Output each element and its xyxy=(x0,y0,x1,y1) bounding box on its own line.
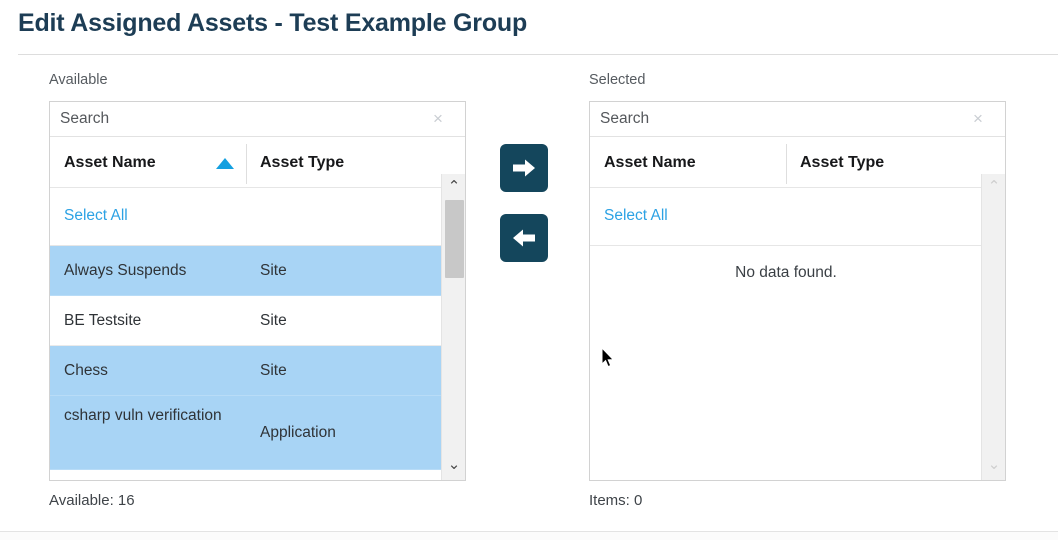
cell-asset-type: Application xyxy=(260,424,336,441)
chevron-up-icon[interactable]: ⌃ xyxy=(442,176,465,198)
cell-asset-type: Site xyxy=(260,262,287,279)
page-title: Edit Assigned Assets - Test Example Grou… xyxy=(18,9,528,37)
selected-grid: Asset Name Asset Type Select All No data… xyxy=(590,138,1005,480)
cell-asset-type: Site xyxy=(260,362,287,379)
cell-asset-name: csharp vuln verification xyxy=(64,407,222,424)
sort-ascending-icon[interactable] xyxy=(216,158,234,169)
chevron-up-icon[interactable]: ⌃ xyxy=(982,176,1005,198)
selected-vertical-scrollbar[interactable]: ⌃ ⌄ xyxy=(981,174,1005,480)
selected-picker-box: × Asset Name Asset Type Select All No da… xyxy=(589,101,1006,481)
cell-asset-name: Chess xyxy=(64,362,108,379)
available-search-clear-icon[interactable]: × xyxy=(429,110,447,128)
selected-select-all-row: Select All xyxy=(590,188,982,246)
cell-asset-type: Site xyxy=(260,312,287,329)
edit-assigned-assets-page: Edit Assigned Assets - Test Example Grou… xyxy=(0,0,1058,540)
available-search-row: × xyxy=(50,102,465,137)
selected-search-clear-icon[interactable]: × xyxy=(969,110,987,128)
scrollbar-thumb[interactable] xyxy=(445,200,464,278)
available-column-header-asset-name[interactable]: Asset Name xyxy=(64,138,156,188)
move-to-selected-button[interactable] xyxy=(500,144,548,192)
available-panel: Available × Asset Name Asset Type Select… xyxy=(49,72,466,510)
available-vertical-scrollbar[interactable]: ⌃ ⌄ xyxy=(441,174,465,480)
bottom-strip xyxy=(0,532,1058,540)
available-picker-box: × Asset Name Asset Type Select All xyxy=(49,101,466,481)
column-divider xyxy=(786,144,787,184)
cell-asset-name: Always Suspends xyxy=(64,262,187,279)
selected-search-row: × xyxy=(590,102,1005,137)
selected-panel: Selected × Asset Name Asset Type Select … xyxy=(589,72,1006,510)
available-select-all-row: Select All xyxy=(50,188,442,246)
available-search-input[interactable] xyxy=(50,102,465,136)
available-column-header-asset-type[interactable]: Asset Type xyxy=(260,138,344,188)
selected-grid-columns: Asset Name Asset Type Select All No data… xyxy=(590,138,982,480)
table-row[interactable]: Chess Site xyxy=(50,346,442,396)
selected-panel-label: Selected xyxy=(589,72,646,88)
table-row[interactable]: Always Suspends Site xyxy=(50,246,442,296)
available-grid-header: Asset Name Asset Type xyxy=(50,138,442,188)
table-row[interactable]: BE Testsite Site xyxy=(50,296,442,346)
column-divider xyxy=(246,144,247,184)
available-select-all-link[interactable]: Select All xyxy=(64,206,128,225)
selected-count-label: Items: 0 xyxy=(589,492,643,509)
selected-column-header-asset-name[interactable]: Asset Name xyxy=(604,138,696,188)
available-grid-columns: Asset Name Asset Type Select All Always … xyxy=(50,138,442,480)
chevron-down-icon[interactable]: ⌄ xyxy=(982,454,1005,476)
title-divider xyxy=(18,54,1058,55)
available-rows: Always Suspends Site BE Testsite Site Ch… xyxy=(50,246,442,470)
selected-search-input[interactable] xyxy=(590,102,1005,136)
selected-grid-header: Asset Name Asset Type xyxy=(590,138,982,188)
selected-select-all-link[interactable]: Select All xyxy=(604,206,668,225)
chevron-down-icon[interactable]: ⌄ xyxy=(442,454,465,476)
selected-column-header-asset-type[interactable]: Asset Type xyxy=(800,138,884,188)
selected-empty-message: No data found. xyxy=(735,264,837,281)
move-to-available-button[interactable] xyxy=(500,214,548,262)
available-grid: Asset Name Asset Type Select All Always … xyxy=(50,138,465,480)
cell-asset-name: BE Testsite xyxy=(64,312,142,329)
table-row[interactable]: csharp vuln verification Application xyxy=(50,396,442,470)
available-panel-label: Available xyxy=(49,72,108,88)
available-count-label: Available: 16 xyxy=(49,492,135,509)
